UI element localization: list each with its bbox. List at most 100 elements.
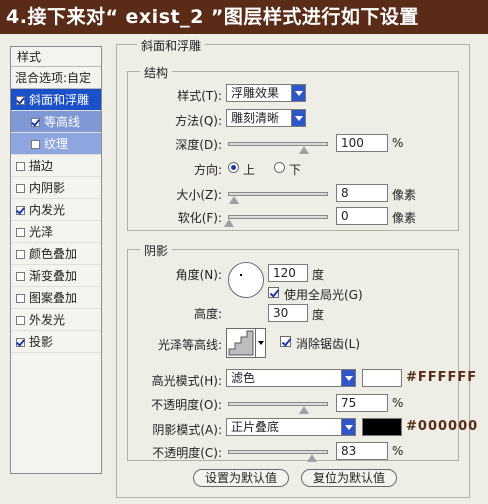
altitude-unit: 度 (312, 308, 325, 322)
direction-down-label: 下 (289, 163, 302, 177)
highlight-opacity-unit: % (392, 396, 404, 410)
angle-dial[interactable] (228, 262, 264, 298)
style-item-inner-glow[interactable]: 内发光 (11, 199, 101, 221)
shadow-opacity-label: 不透明度(C): (152, 446, 222, 460)
style-item-drop-shadow[interactable]: 投影 (11, 331, 101, 353)
technique-label: 方法(Q): (175, 114, 222, 128)
global-light-checkbox[interactable] (268, 287, 279, 298)
shadow-opacity-unit: % (392, 444, 404, 458)
gloss-contour-dropdown[interactable] (256, 328, 266, 358)
size-slider[interactable] (228, 192, 328, 204)
outer-glow-checkbox[interactable] (16, 316, 25, 325)
style-item-inner-shadow[interactable]: 内阴影 (11, 177, 101, 199)
size-slider-thumb[interactable] (229, 196, 239, 204)
blend-options-item[interactable]: 混合选项:自定 (11, 67, 101, 89)
set-default-button[interactable]: 设置为默认值 (193, 469, 289, 487)
style-label: 样式(T): (177, 89, 222, 103)
soften-slider-thumb[interactable] (224, 219, 234, 227)
soften-label: 软化(F): (177, 211, 222, 225)
highlight-mode-value: 滤色 (231, 371, 256, 385)
direction-up-radio[interactable] (228, 162, 239, 173)
direction-down-radio[interactable] (274, 162, 285, 173)
styles-list: 样式 混合选项:自定 斜面和浮雕 等高线 纹理 描边 内阴影 内发光 光泽 颜色… (10, 46, 102, 474)
global-light-label: 使用全局光(G) (284, 288, 363, 302)
style-item-satin[interactable]: 光泽 (11, 221, 101, 243)
soften-unit: 像素 (392, 211, 417, 225)
gloss-contour-label: 光泽等高线: (157, 338, 222, 352)
style-item-outer-glow[interactable]: 外发光 (11, 309, 101, 331)
depth-slider-thumb[interactable] (299, 146, 309, 154)
bevel-emboss-section: 斜面和浮雕 结构 样式(T): 浮雕效果 方法(Q): 雕刻清晰 深度(D): … (116, 37, 477, 498)
highlight-opacity-slider[interactable] (228, 402, 328, 414)
bevel-section-title: 斜面和浮雕 (137, 37, 206, 54)
highlight-mode-select[interactable]: 滤色 (226, 369, 356, 387)
altitude-input[interactable]: 30 (268, 304, 308, 322)
stroke-checkbox[interactable] (16, 162, 25, 171)
antialias-checkbox[interactable] (280, 336, 291, 347)
shadow-mode-value: 正片叠底 (231, 420, 280, 434)
style-item-label: 斜面和浮雕 (29, 93, 90, 107)
chevron-down-icon[interactable] (291, 85, 305, 101)
shadow-color-swatch[interactable] (362, 418, 402, 436)
structure-group-title: 结构 (140, 64, 173, 81)
depth-input[interactable]: 100 (336, 134, 388, 152)
gradient-overlay-checkbox[interactable] (16, 272, 25, 281)
pattern-overlay-checkbox[interactable] (16, 294, 25, 303)
style-item-contour[interactable]: 等高线 (11, 111, 101, 133)
drop-shadow-checkbox[interactable] (16, 338, 25, 347)
style-item-label: 内发光 (29, 203, 66, 217)
inner-shadow-checkbox[interactable] (16, 184, 25, 193)
structure-group: 结构 样式(T): 浮雕效果 方法(Q): 雕刻清晰 深度(D): 100 % … (127, 64, 459, 231)
antialias-label: 消除锯齿(L) (296, 337, 361, 351)
direction-up-label: 上 (243, 163, 256, 177)
style-item-bevel[interactable]: 斜面和浮雕 (11, 89, 101, 111)
depth-slider[interactable] (228, 142, 328, 154)
angle-unit: 度 (312, 268, 325, 282)
style-item-gradient-overlay[interactable]: 渐变叠加 (11, 265, 101, 287)
reset-default-button[interactable]: 复位为默认值 (301, 469, 397, 487)
style-item-label: 纹理 (44, 137, 69, 151)
shadow-opacity-thumb[interactable] (307, 454, 317, 462)
soften-input[interactable]: 0 (336, 207, 388, 225)
chevron-down-icon[interactable] (291, 110, 305, 126)
style-item-label: 渐变叠加 (29, 269, 78, 283)
shadow-mode-label: 阴影模式(A): (152, 423, 222, 437)
style-item-pattern-overlay[interactable]: 图案叠加 (11, 287, 101, 309)
angle-input[interactable]: 120 (268, 264, 308, 282)
style-item-label: 投影 (29, 335, 54, 349)
contour-checkbox[interactable] (31, 118, 40, 127)
style-item-stroke[interactable]: 描边 (11, 155, 101, 177)
style-item-label: 颜色叠加 (29, 247, 78, 261)
style-item-texture[interactable]: 纹理 (11, 133, 101, 155)
shading-group: 阴影 角度(N): 120 度 使用全局光(G) 高度: 30 度 光泽等高线:… (127, 242, 477, 462)
contour-curve-icon (228, 330, 254, 356)
style-item-label: 内阴影 (29, 181, 66, 195)
gloss-contour-preview[interactable] (226, 328, 256, 358)
style-item-label: 光泽 (29, 225, 54, 239)
satin-checkbox[interactable] (16, 228, 25, 237)
shadow-mode-select[interactable]: 正片叠底 (226, 418, 356, 436)
style-item-label: 图案叠加 (29, 291, 78, 305)
highlight-opacity-input[interactable]: 75 (336, 394, 388, 412)
color-overlay-checkbox[interactable] (16, 250, 25, 259)
technique-select-value: 雕刻清晰 (231, 111, 280, 125)
shadow-opacity-slider[interactable] (228, 450, 328, 462)
direction-label: 方向: (193, 163, 222, 177)
shading-group-title: 阴影 (140, 242, 173, 259)
texture-checkbox[interactable] (31, 140, 40, 149)
style-select[interactable]: 浮雕效果 (226, 84, 306, 102)
technique-select[interactable]: 雕刻清晰 (226, 109, 306, 127)
chevron-down-icon[interactable] (341, 419, 355, 435)
depth-unit: % (392, 136, 404, 150)
style-item-label: 等高线 (44, 115, 81, 129)
styles-list-title[interactable]: 样式 (11, 47, 101, 67)
highlight-opacity-thumb[interactable] (299, 406, 309, 414)
highlight-color-swatch[interactable] (362, 369, 402, 387)
bevel-checkbox[interactable] (16, 96, 25, 105)
style-item-color-overlay[interactable]: 颜色叠加 (11, 243, 101, 265)
shadow-opacity-input[interactable]: 83 (336, 442, 388, 460)
chevron-down-icon[interactable] (341, 370, 355, 386)
soften-slider[interactable] (224, 215, 328, 227)
size-input[interactable]: 8 (336, 184, 388, 202)
inner-glow-checkbox[interactable] (16, 206, 25, 215)
